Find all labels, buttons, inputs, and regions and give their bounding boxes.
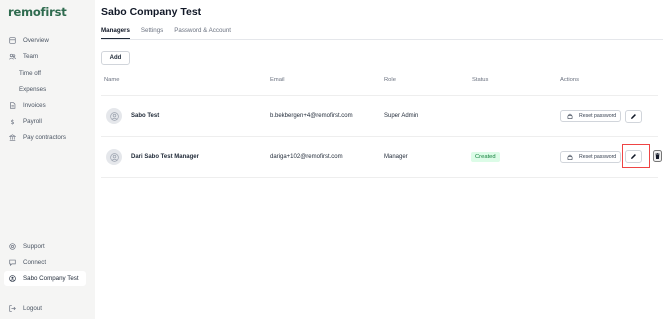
sidebar-item-label: Sabo Company Test <box>23 275 79 282</box>
chat-icon <box>8 258 17 267</box>
reset-password-label: Reset password <box>579 113 617 119</box>
sidebar-item-expenses[interactable]: Expenses <box>4 82 86 96</box>
column-header-status: Status <box>472 77 489 83</box>
lock-icon <box>567 113 573 119</box>
table-cell-name: Sabo Test <box>131 113 160 119</box>
bank-icon <box>8 133 17 142</box>
avatar <box>106 108 122 124</box>
support-icon <box>8 242 17 251</box>
table-cell-name: Dari Sabo Test Manager <box>131 154 199 160</box>
table-cell-email: b.bekbergen+4@remofirst.com <box>270 113 353 119</box>
invoice-icon <box>8 101 17 110</box>
sidebar-item-label: Logout <box>23 304 42 312</box>
page-title: Sabo Company Test <box>101 6 202 18</box>
sidebar-item-support[interactable]: Support <box>4 239 86 253</box>
svg-text:$: $ <box>10 118 14 124</box>
sidebar-item-company[interactable]: Sabo Company Test <box>4 271 86 286</box>
tab-settings[interactable]: Settings <box>141 27 163 39</box>
overview-icon <box>8 36 17 45</box>
add-manager-button[interactable]: Add <box>101 51 130 65</box>
sidebar-item-connect[interactable]: Connect <box>4 255 86 269</box>
sidebar-item-label: Overview <box>23 36 49 44</box>
tabs-divider <box>101 39 663 40</box>
table-divider <box>101 95 658 96</box>
sidebar-item-label: Support <box>23 242 45 250</box>
sidebar-item-invoices[interactable]: Invoices <box>4 98 86 112</box>
tab-bar: Managers Settings Password & Account <box>101 27 242 39</box>
table-divider <box>101 177 658 178</box>
sidebar-item-label: Expenses <box>19 85 47 93</box>
sidebar-item-payroll[interactable]: $ Payroll <box>4 114 86 128</box>
sidebar-item-label: Time off <box>19 69 42 77</box>
main-content: Sabo Company Test Managers Settings Pass… <box>95 0 663 319</box>
sidebar-item-time-off[interactable]: Time off <box>4 66 86 80</box>
table-cell-email: dariga+102@remofirst.com <box>270 154 343 160</box>
delete-button[interactable] <box>653 150 662 162</box>
sidebar-item-label: Connect <box>23 258 47 266</box>
sidebar: remofirst Overview Team Time off Expense… <box>0 0 95 319</box>
sidebar-item-team[interactable]: Team <box>4 49 86 63</box>
column-header-email: Email <box>270 77 285 83</box>
table-divider <box>101 136 658 137</box>
logout-icon <box>8 304 17 313</box>
dollar-icon: $ <box>8 117 17 126</box>
pencil-icon <box>631 114 636 119</box>
avatar <box>106 149 122 165</box>
column-header-name: Name <box>104 77 120 83</box>
pencil-icon <box>631 154 636 159</box>
reset-password-button[interactable]: Reset password <box>560 151 621 163</box>
table-cell-role: Manager <box>384 154 408 160</box>
edit-button[interactable] <box>625 110 642 123</box>
sidebar-item-overview[interactable]: Overview <box>4 33 86 47</box>
table-cell-role: Super Admin <box>384 113 419 119</box>
sidebar-item-label: Invoices <box>23 101 46 109</box>
column-header-role: Role <box>384 77 396 83</box>
tab-managers[interactable]: Managers <box>101 27 130 39</box>
team-icon <box>8 52 17 61</box>
reset-password-button[interactable]: Reset password <box>560 110 621 122</box>
brand-logo[interactable]: remofirst <box>8 5 67 19</box>
status-badge: Created <box>471 152 500 162</box>
user-icon <box>109 152 119 162</box>
lock-icon <box>567 154 573 160</box>
tab-password-account[interactable]: Password & Account <box>174 27 231 39</box>
trash-icon <box>655 153 660 159</box>
sidebar-item-label: Team <box>23 52 39 60</box>
sidebar-item-label: Payroll <box>23 117 42 125</box>
column-header-actions: Actions <box>560 77 580 83</box>
sidebar-item-logout[interactable]: Logout <box>4 301 86 315</box>
edit-button[interactable] <box>625 150 642 163</box>
sidebar-item-label: Pay contractors <box>23 133 66 141</box>
user-circle-icon <box>8 274 17 283</box>
user-icon <box>109 111 119 121</box>
reset-password-label: Reset password <box>579 154 617 160</box>
sidebar-item-pay-contractors[interactable]: Pay contractors <box>4 130 86 144</box>
